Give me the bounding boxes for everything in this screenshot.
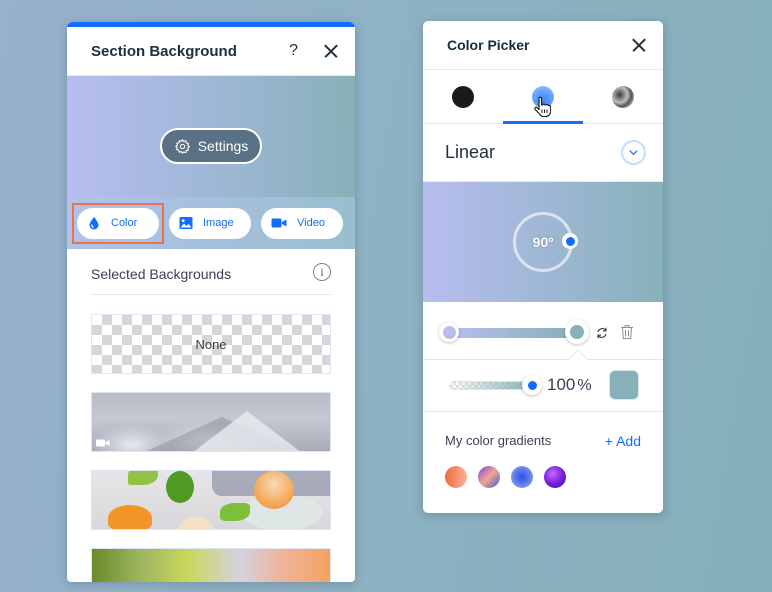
opacity-row: 100% — [423, 360, 663, 412]
close-icon[interactable] — [324, 44, 338, 58]
video-camera-icon — [271, 218, 287, 228]
my-gradients-title: My color gradients — [445, 433, 552, 448]
saved-gradient-swatch[interactable] — [478, 466, 500, 488]
trash-icon[interactable] — [620, 324, 634, 340]
peeled-orange-shape — [178, 517, 214, 529]
color-type-button[interactable]: Color — [72, 202, 164, 244]
color-picker-title: Color Picker — [447, 37, 530, 53]
leaf-shape — [128, 471, 158, 485]
chevron-down-icon[interactable] — [621, 140, 646, 165]
color-type-label: Color — [111, 217, 138, 229]
swap-icon[interactable] — [595, 326, 609, 340]
lime-peel-shape — [220, 503, 250, 521]
gear-icon — [174, 138, 191, 154]
add-gradient-button[interactable]: + Add — [605, 433, 641, 449]
image-icon — [179, 217, 193, 229]
gradient-type-value: Linear — [445, 142, 496, 162]
orange-shape — [254, 471, 294, 509]
fluid-gradient-icon — [612, 85, 634, 108]
background-preview: Settings Color Image Video — [67, 76, 355, 249]
panel-header: Section Background ? — [67, 27, 355, 76]
gradient-stops-track[interactable] — [448, 328, 576, 338]
tab-solid-color[interactable] — [423, 70, 503, 123]
video-type-label: Video — [297, 217, 325, 229]
solid-color-icon — [452, 85, 474, 108]
opacity-value[interactable]: 100% — [547, 375, 592, 395]
tab-gradient[interactable] — [503, 70, 583, 124]
gradient-type-dropdown[interactable]: Linear — [423, 124, 663, 182]
opacity-slider-handle[interactable] — [522, 375, 542, 395]
info-icon[interactable]: i — [313, 263, 331, 281]
background-thumbnail-gradient[interactable] — [91, 548, 331, 582]
angle-handle[interactable] — [562, 233, 578, 249]
fill-type-tabs — [423, 70, 663, 124]
droplet-icon — [89, 217, 99, 230]
orange-peel-shape — [108, 505, 152, 529]
selected-color-swatch[interactable] — [609, 370, 639, 400]
video-type-button[interactable]: Video — [261, 207, 343, 239]
background-thumbnail-citrus[interactable] — [91, 470, 331, 530]
image-type-label: Image — [203, 217, 234, 229]
video-badge-icon — [96, 439, 110, 447]
angle-value: 90º — [532, 234, 554, 250]
saved-gradient-swatch[interactable] — [511, 466, 533, 488]
gradient-preview: 90º — [423, 182, 663, 302]
selected-backgrounds-title: Selected Backgrounds — [91, 266, 232, 282]
close-icon[interactable] — [632, 38, 646, 52]
color-picker-header: Color Picker — [423, 21, 663, 70]
section-background-panel: Section Background ? Settings Color Imag… — [67, 22, 355, 582]
background-type-bar: Color Image Video — [67, 197, 355, 249]
background-thumbnail-mountain-video[interactable] — [91, 392, 331, 452]
stop-pointer-caret — [565, 350, 589, 360]
help-button[interactable]: ? — [289, 42, 298, 60]
gradient-stops-row — [423, 302, 663, 360]
none-label: None — [195, 336, 227, 352]
panel-title: Section Background — [91, 42, 237, 60]
gradient-stop-handle-selected[interactable] — [565, 320, 589, 344]
hand-pointer-cursor-icon — [534, 96, 551, 118]
tab-fluid-gradient[interactable] — [583, 70, 663, 123]
lime-shape — [166, 471, 194, 503]
my-gradients-section: My color gradients + Add — [423, 412, 663, 510]
opacity-unit: % — [577, 377, 592, 394]
settings-button[interactable]: Settings — [160, 128, 262, 164]
image-type-button[interactable]: Image — [169, 207, 251, 239]
saved-gradient-swatch[interactable] — [445, 466, 467, 488]
background-thumbnail-none[interactable]: None — [91, 314, 331, 374]
selected-backgrounds-header: Selected Backgrounds i — [91, 263, 331, 295]
opacity-number: 100 — [547, 375, 576, 394]
saved-gradient-swatch[interactable] — [544, 466, 566, 488]
gradient-stop-handle[interactable] — [439, 322, 459, 342]
mountain-snow-shape — [192, 411, 302, 451]
settings-label: Settings — [197, 138, 249, 154]
color-picker-panel: Color Picker Linear 90º 100 % My color g… — [423, 21, 663, 513]
